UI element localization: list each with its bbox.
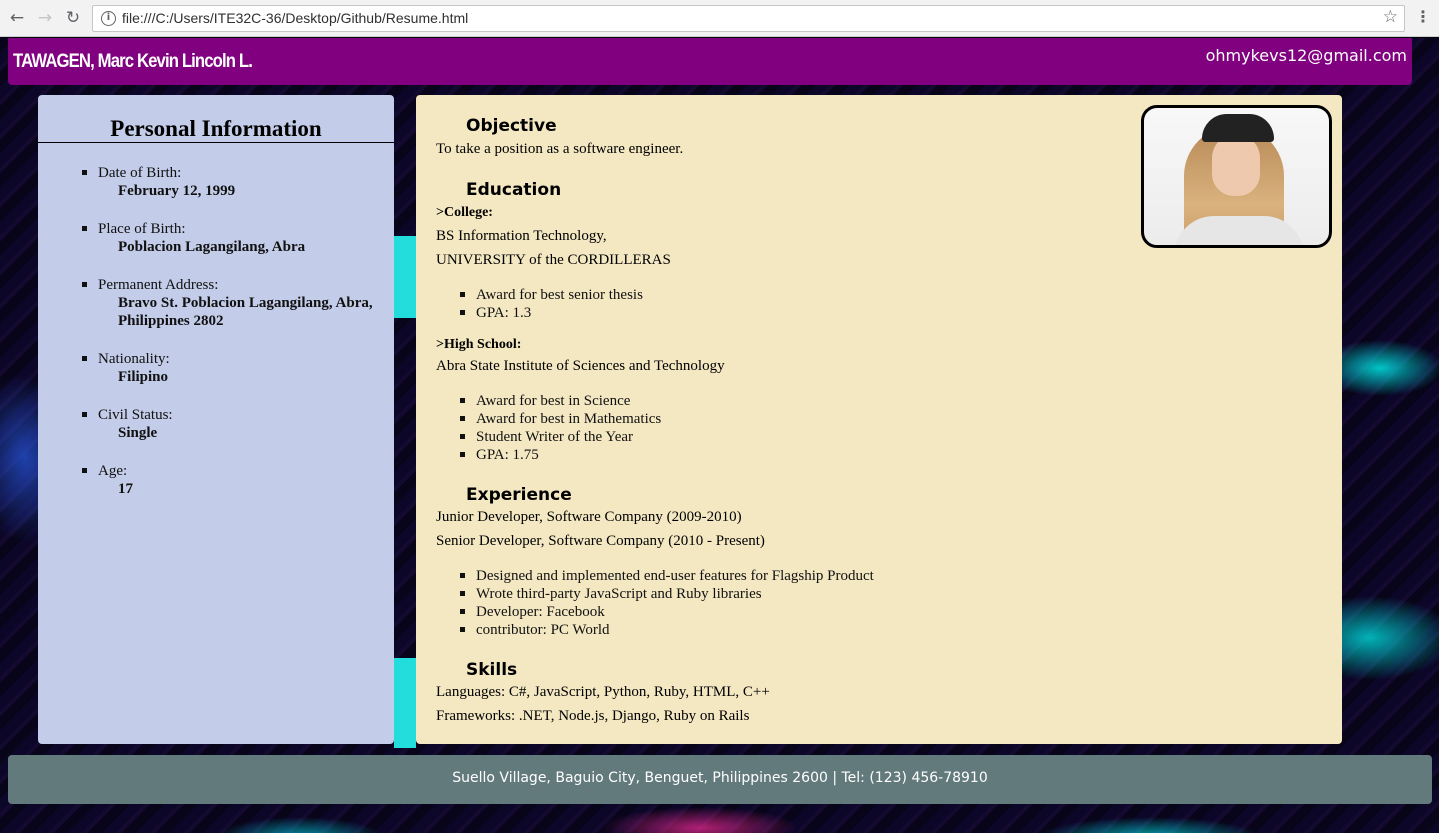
experience-details-list: Designed and implemented end-user featur…: [460, 567, 874, 639]
footer-contact-text: Suello Village, Baguio City, Benguet, Ph…: [452, 770, 988, 786]
list-item: Developer: Facebook: [460, 603, 874, 621]
highschool-achievements-list: Award for best in Science Award for best…: [459, 392, 662, 464]
list-item: Student Writer of the Year: [459, 428, 661, 446]
skills-heading: Skills: [466, 660, 518, 680]
highschool-label: >High School:: [436, 337, 522, 352]
college-degree: BS Information Technology,: [436, 228, 607, 244]
list-item: Award for best senior thesis: [460, 287, 643, 303]
info-label: Civil Status:: [98, 407, 173, 423]
bookmark-star-icon[interactable]: ☆: [1383, 7, 1398, 27]
info-value: 17: [118, 481, 133, 497]
info-item-age: Age: 17: [82, 462, 413, 498]
address-bar[interactable]: i file:///C:/Users/ITE32C-36/Desktop/Git…: [92, 5, 1405, 32]
info-label: Date of Birth:: [98, 165, 182, 181]
info-label: Place of Birth:: [98, 221, 186, 237]
info-icon[interactable]: i: [101, 11, 116, 26]
info-value: Bravo St. Poblacion Lagangilang, Abra, P…: [118, 295, 373, 329]
background-accent-band: [394, 658, 416, 748]
skills-frameworks: Frameworks: .NET, Node.js, Django, Ruby …: [436, 708, 750, 724]
personal-info-title: Personal Information: [110, 116, 322, 141]
resume-main-panel: Objective To take a position as a softwa…: [416, 95, 1342, 744]
photo-shirt-shape: [1174, 216, 1304, 245]
url-text[interactable]: file:///C:/Users/ITE32C-36/Desktop/Githu…: [122, 10, 468, 26]
photo-cap-shape: [1202, 114, 1274, 142]
reload-icon[interactable]: ↻: [62, 7, 84, 29]
objective-text: To take a position as a software enginee…: [436, 141, 684, 157]
info-item-civil-status: Civil Status: Single: [82, 406, 413, 442]
info-value: Filipino: [118, 369, 169, 385]
page-footer: Suello Village, Baguio City, Benguet, Ph…: [8, 755, 1432, 804]
college-label: >College:: [436, 205, 493, 220]
college-achievements-list: Award for best senior thesis GPA: 1.3: [460, 286, 643, 322]
college-school: UNIVERSITY of the CORDILLERAS: [436, 252, 671, 268]
info-value: Single: [118, 425, 158, 441]
info-item-birth-date: Date of Birth: February 12, 1999: [82, 164, 413, 200]
profile-photo: [1141, 105, 1332, 248]
resume-name: TAWAGEN, Marc Kevin Lincoln L.: [13, 51, 253, 72]
info-label: Permanent Address:: [98, 277, 219, 293]
objective-heading: Objective: [466, 116, 557, 136]
forward-arrow-icon[interactable]: →: [34, 7, 56, 29]
list-item: GPA: 1.75: [459, 446, 661, 464]
browser-toolbar: ← → ↻ i file:///C:/Users/ITE32C-36/Deskt…: [0, 0, 1439, 37]
list-item: contributor: PC World: [460, 621, 874, 639]
list-item: Designed and implemented end-user featur…: [460, 568, 874, 584]
list-item: Award for best in Mathematics: [459, 411, 662, 427]
back-arrow-icon[interactable]: ←: [6, 7, 28, 29]
personal-info-list: Date of Birth: February 12, 1999 Place o…: [82, 164, 413, 518]
info-item-birth-place: Place of Birth: Poblacion Lagangilang, A…: [82, 220, 413, 256]
info-label: Age:: [98, 463, 128, 479]
email-address: ohmykevs12@gmail.com: [1205, 46, 1407, 65]
highschool-school: Abra State Institute of Sciences and Tec…: [436, 358, 725, 374]
info-label: Nationality:: [98, 351, 170, 367]
photo-face-shape: [1212, 134, 1260, 196]
list-item: Award for best in Science: [459, 392, 661, 410]
experience-heading: Experience: [466, 485, 572, 505]
education-heading: Education: [466, 180, 562, 200]
experience-line: Senior Developer, Software Company (2010…: [436, 533, 765, 549]
info-item-nationality: Nationality: Filipino: [82, 350, 413, 386]
experience-line: Junior Developer, Software Company (2009…: [436, 509, 742, 525]
browser-menu-icon[interactable]: ⋮: [1415, 7, 1431, 26]
personal-info-panel: Personal Information Date of Birth: Febr…: [38, 95, 394, 744]
skills-languages: Languages: C#, JavaScript, Python, Ruby,…: [436, 684, 770, 700]
info-value: February 12, 1999: [118, 183, 236, 199]
page-header: TAWAGEN, Marc Kevin Lincoln L. ohmykevs1…: [8, 38, 1412, 85]
info-value: Poblacion Lagangilang, Abra: [118, 239, 306, 255]
list-item: Wrote third-party JavaScript and Ruby li…: [460, 585, 874, 603]
title-divider: [38, 142, 394, 143]
list-item: GPA: 1.3: [460, 304, 643, 322]
info-item-address: Permanent Address: Bravo St. Poblacion L…: [82, 276, 413, 330]
